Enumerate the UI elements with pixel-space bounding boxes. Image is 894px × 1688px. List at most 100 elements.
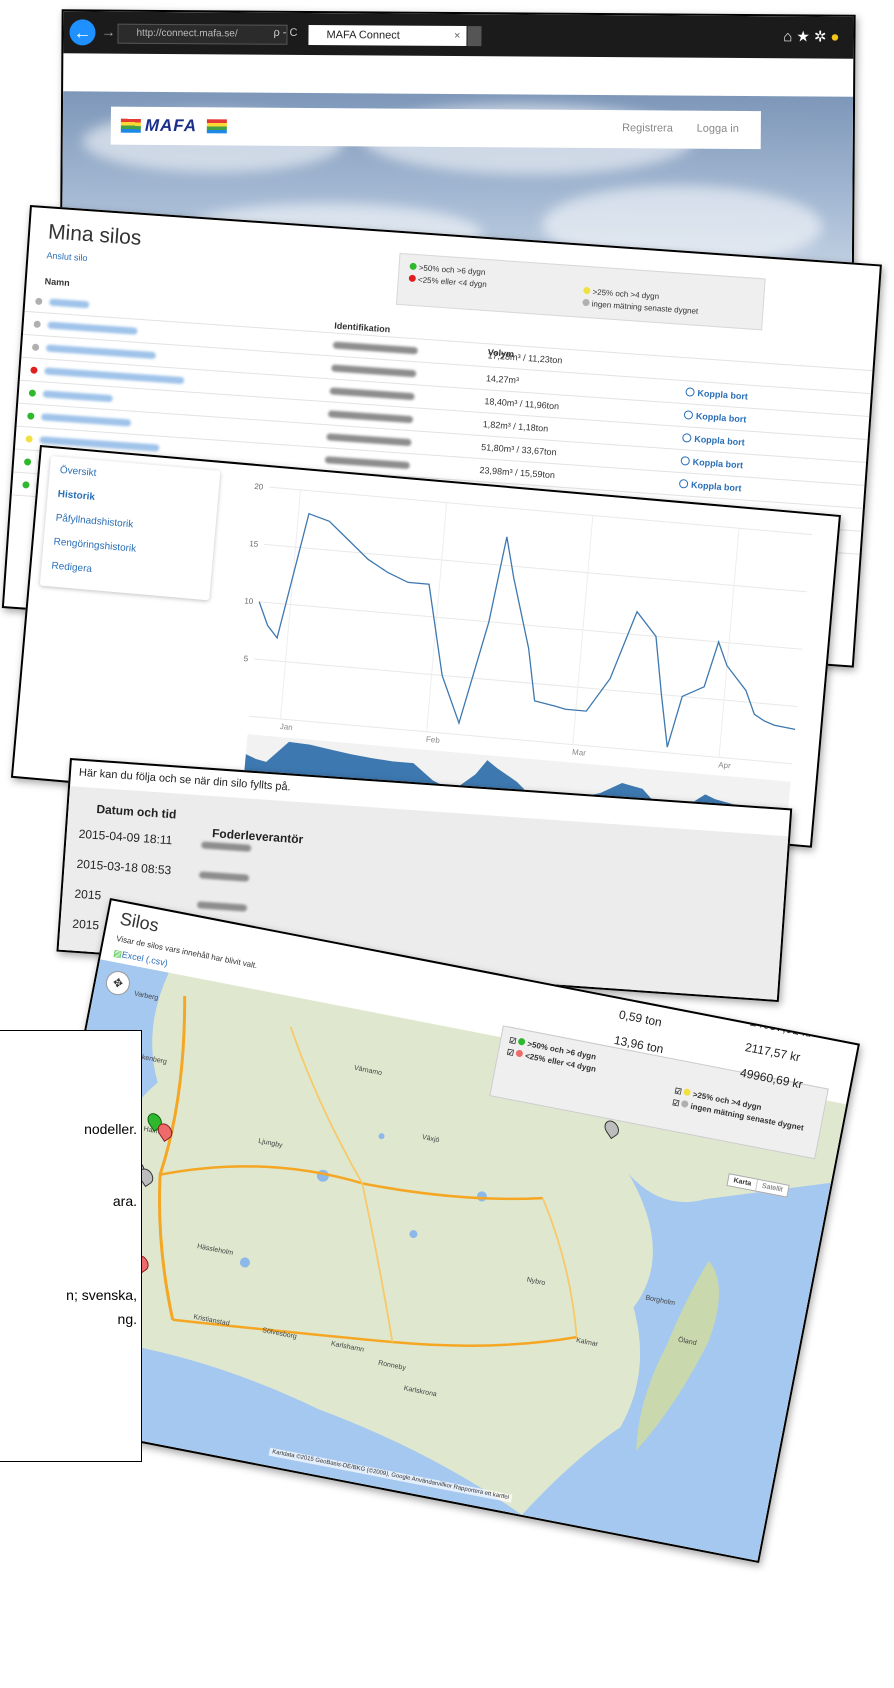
back-button[interactable]: ← (69, 19, 96, 46)
status-dot (22, 481, 30, 489)
status-dot (30, 366, 38, 374)
mafa-logo[interactable]: MAFA (120, 115, 231, 137)
silo-identification (326, 433, 412, 447)
silo-volume: 1,82m³ / 1,18ton (482, 419, 549, 434)
status-dot (33, 320, 41, 329)
back-arrow-icon: ← (73, 22, 92, 43)
status-dot (35, 297, 43, 306)
y-gridline (254, 658, 798, 707)
disconnect-label: Koppla bort (690, 479, 742, 494)
name-column-header: Namn (44, 276, 71, 288)
silo-name-link[interactable] (44, 367, 185, 385)
disconnect-button[interactable]: Koppla bort (683, 410, 747, 425)
checkbox-icon[interactable]: ☑ (671, 1098, 680, 1108)
sidebar-item[interactable]: Påfyllnadshistorik (55, 513, 133, 531)
y-tick-label: 20 (254, 482, 264, 492)
note-line: n; svenska, (66, 1287, 137, 1303)
favorites-star-icon[interactable]: ★ (796, 28, 814, 45)
disconnect-button[interactable]: Koppla bort (682, 433, 745, 447)
status-dot (31, 343, 40, 351)
settings-gear-icon[interactable]: ✲ (814, 28, 831, 45)
map-title: Silos (118, 908, 161, 936)
disconnect-label: Koppla bort (697, 388, 749, 402)
forward-icon[interactable]: → (101, 24, 115, 40)
silo-volume: 17,28m³ / 11,23ton (487, 350, 563, 366)
description-panel: nodeller. ara. n; svenska, ng. (0, 1030, 142, 1462)
silo-identification (331, 364, 417, 378)
history-sidebar: Översikt Historik Påfyllnadshistorik Rengör… (39, 456, 221, 601)
register-link[interactable]: Registrera (622, 122, 673, 134)
sidebar-item[interactable]: Översikt (59, 465, 96, 479)
refill-price: 24037,91 kr (748, 1014, 814, 1041)
silo-volume: 51,80m³ / 33,67ton (480, 442, 557, 458)
login-link[interactable]: Logga in (697, 123, 739, 135)
checkbox-icon[interactable]: ☑ (674, 1086, 683, 1096)
y-tick-label: 5 (243, 654, 249, 663)
sidebar-item[interactable]: Redigera (51, 560, 92, 574)
x-gridline (279, 489, 302, 720)
x-tick-label: Apr (718, 760, 732, 770)
silo-identification (332, 341, 419, 355)
silo-name-link[interactable] (42, 390, 113, 403)
browser-chrome: ← → http://connect.mafa.se/ ρ - C MAFA C… (63, 11, 854, 59)
disconnect-label: Koppla bort (692, 456, 744, 471)
volume-series-line (258, 512, 796, 748)
disconnect-button[interactable]: Koppla bort (685, 387, 749, 402)
refill-price: 2117,57 kr (743, 1040, 802, 1065)
legend-grey: ingen mätning senaste dygnet (582, 298, 699, 316)
x-tick-label: Feb (426, 735, 441, 745)
disconnect-icon (680, 456, 691, 466)
disconnect-icon (683, 410, 694, 420)
silo-volume: 23,98m³ / 15,59ton (479, 465, 556, 481)
tab-title: MAFA Connect (326, 29, 400, 42)
refill-date: 2015 (74, 886, 102, 903)
disconnect-icon (678, 478, 689, 489)
silo-identification (324, 456, 410, 470)
silo-identification (327, 410, 414, 424)
browser-tab[interactable]: MAFA Connect × (308, 24, 467, 47)
disconnect-button[interactable]: Koppla bort (680, 456, 743, 470)
disconnect-label: Koppla bort (693, 433, 746, 448)
note-line: ng. (117, 1311, 137, 1327)
x-gridline (718, 528, 740, 758)
status-dot (28, 389, 37, 397)
home-icon[interactable]: ⌂ (783, 28, 796, 45)
y-tick-label: 15 (249, 539, 259, 549)
silo-name-link[interactable] (49, 298, 90, 309)
top-navbar: MAFA Registrera Logga in (110, 106, 761, 150)
silo-name-link[interactable] (47, 321, 138, 335)
silo-name-link[interactable] (41, 413, 132, 427)
silo-identification (329, 387, 415, 401)
logo-text: MAFA (144, 115, 198, 136)
toolbar-icons: ⌂★✲● (783, 27, 843, 45)
checkbox-icon[interactable]: ☑ (506, 1048, 515, 1058)
pan-icon: ✥ (111, 975, 125, 991)
silo-name-link[interactable] (45, 344, 157, 360)
disconnect-button[interactable]: Koppla bort (678, 478, 742, 494)
y-gridline (259, 601, 803, 650)
silo-volume: 14,27m³ (485, 373, 520, 386)
silo-volume: 18,40m³ / 11,96ton (484, 396, 560, 412)
history-chart: 5 10 15 20 Jan Feb Mar Apr (243, 482, 813, 822)
address-bar[interactable]: http://connect.mafa.se/ (117, 23, 288, 45)
note-line: ara. (112, 1193, 137, 1209)
disconnect-label: Koppla bort (695, 410, 747, 425)
refill-amount: 0,59 ton (617, 1007, 664, 1030)
legend-red: <25% eller <4 dygn (408, 274, 487, 289)
tab-close-icon[interactable]: × (454, 26, 461, 46)
disconnect-icon (685, 387, 695, 397)
connect-silo-link[interactable]: Anslut silo (46, 250, 88, 263)
sidebar-item[interactable]: Historik (57, 489, 95, 503)
checkbox-icon[interactable]: ☑ (508, 1036, 517, 1046)
sidebar-item[interactable]: Rengöringshistorik (53, 537, 136, 555)
x-tick-label: Mar (572, 748, 587, 758)
address-text: http://connect.mafa.se/ (136, 27, 238, 40)
y-gridline (264, 543, 808, 593)
status-dot (23, 458, 32, 466)
search-refresh-icon[interactable]: ρ - C (273, 27, 297, 39)
new-tab-button[interactable] (467, 26, 482, 47)
y-tick-label: 10 (244, 596, 254, 606)
x-gridline (426, 502, 448, 732)
disconnect-icon (682, 433, 692, 443)
smiley-icon[interactable]: ● (830, 29, 843, 46)
